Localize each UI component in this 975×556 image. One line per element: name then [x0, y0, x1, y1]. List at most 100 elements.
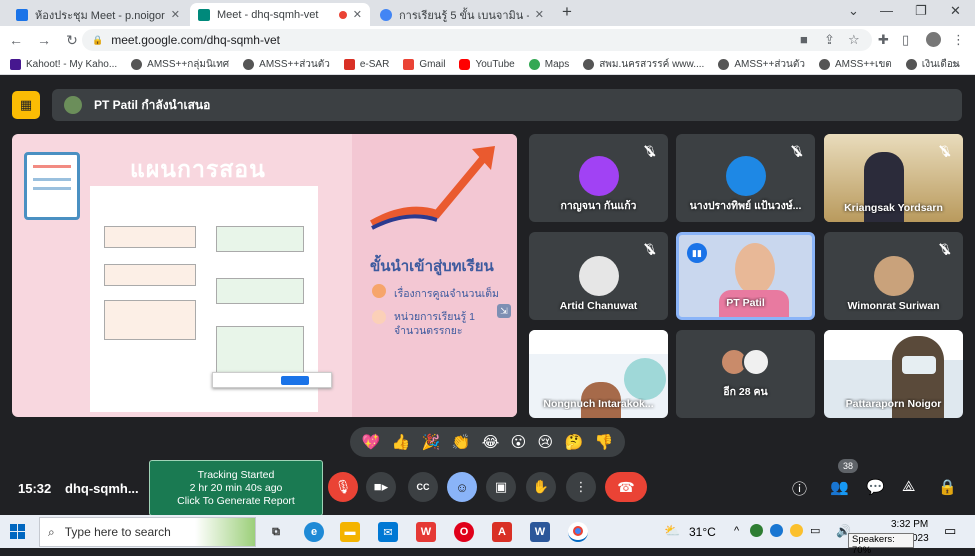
presentation-icon[interactable]: ▦ [12, 91, 40, 119]
slide-bullet-2: หน่วยการเรียนรู้ 1 จำนวนตรรกยะ [394, 311, 475, 337]
people-icon[interactable]: 👥 [830, 478, 849, 496]
pdf-reader-icon[interactable]: A [492, 522, 512, 542]
tab-meet-active[interactable]: Meet - dhq-sqmh-vet ✕ [190, 3, 370, 26]
extensions-icon[interactable]: ✚ [878, 32, 889, 48]
profile-avatar[interactable] [926, 32, 941, 47]
chat-icon[interactable]: 💬 [866, 478, 885, 496]
bookmark-kahoot[interactable]: Kahoot! - My Kaho... [10, 58, 117, 70]
tracking-elapsed: 2 hr 20 min 40s ago [189, 481, 283, 494]
bookmarks-overflow-icon[interactable]: » [952, 57, 959, 71]
thumbs-up-reaction[interactable]: 👍 [392, 433, 411, 451]
participant-tile[interactable]: 🎙 Kriangsak Yordsarn [824, 134, 963, 222]
bookmark-esar[interactable]: e-SAR [343, 58, 389, 70]
clapping-reaction[interactable]: 👏 [452, 433, 471, 451]
start-windows-icon[interactable] [10, 524, 25, 539]
restore-icon[interactable]: ❐ [915, 3, 927, 19]
bookmark-amss-personal[interactable]: AMSS++ส่วนตัว [243, 57, 330, 72]
camera-toggle-button[interactable]: ■▸ [366, 472, 396, 502]
bookmark-amss-nitet[interactable]: AMSS++กลุ่มนิเทศ [131, 57, 229, 72]
tab-search-icon[interactable]: ⌄ [848, 3, 859, 19]
party-popper-reaction[interactable]: 🎉 [422, 433, 441, 451]
captions-button[interactable]: CC [408, 472, 438, 502]
present-now-button[interactable]: ▣ [486, 472, 516, 502]
bookmark-gmail[interactable]: Gmail [403, 58, 445, 70]
close-tab-icon[interactable]: ✕ [171, 8, 180, 21]
weather-temp[interactable]: 31°C [689, 525, 716, 539]
meet-favicon-icon [198, 8, 210, 21]
camera-in-use-icon[interactable]: ■ [800, 32, 808, 47]
opera-icon[interactable]: O [454, 522, 474, 542]
mail-icon[interactable]: ✉ [378, 522, 398, 542]
pin-icon[interactable]: ⇲ [497, 304, 511, 318]
participant-tile[interactable]: 🎙 Artid Chanuwat [529, 232, 668, 320]
back-icon[interactable]: ← [4, 32, 28, 48]
word-icon[interactable]: W [530, 522, 550, 542]
surprised-reaction[interactable]: 😮 [511, 433, 527, 451]
participant-tile[interactable]: 🎙 นางปรางทิพย์ แป้นวงษ์... [676, 134, 815, 222]
tab-google-slides[interactable]: การเรียนรู้ 5 ขั้น เบนจามิน - Google S ✕ [372, 3, 552, 26]
thumbs-down-reaction[interactable]: 👎 [595, 433, 614, 451]
globe-icon [905, 58, 917, 70]
minimize-icon[interactable]: — [880, 3, 893, 18]
leave-call-button[interactable]: ☎ [605, 472, 647, 502]
windows-taskbar: ⌕ Type here to search ⧉ e ▬ ✉ W O A W ⛅ … [0, 515, 975, 556]
thinking-reaction[interactable]: 🤔 [565, 433, 584, 451]
show-hidden-icons[interactable]: ^ [734, 525, 739, 537]
palm-row-3 [216, 326, 304, 374]
notification-icon[interactable]: ▭ [944, 523, 956, 539]
meeting-code[interactable]: dhq-sqmh... [65, 481, 139, 496]
participant-tile[interactable]: 🎙 กาญจนา กันแก้ว [529, 134, 668, 222]
participant-tile[interactable]: 🎙 Wimonrat Suriwan [824, 232, 963, 320]
browser-menu-icon[interactable]: ⋮ [952, 32, 965, 48]
side-panel-icon[interactable]: ▯ [902, 32, 909, 48]
forward-icon[interactable]: → [32, 32, 56, 48]
participant-tile-active[interactable]: ▮▮ PT Patil [676, 232, 815, 320]
reload-icon[interactable]: ↻ [60, 32, 84, 49]
bookmark-star-icon[interactable]: ☆ [848, 32, 860, 48]
bookmark-amss-khet[interactable]: AMSS++เขต [819, 57, 892, 72]
edge-icon[interactable]: e [304, 522, 324, 542]
taskbar-time[interactable]: 3:32 PM [891, 519, 928, 530]
bookmark-spm[interactable]: สพม.นครสวรรค์ www.... [583, 57, 704, 72]
crying-reaction[interactable]: 😢 [538, 433, 554, 451]
recording-dot-icon [338, 10, 347, 19]
taskbar-date[interactable]: 023 [912, 533, 929, 544]
new-tab-button[interactable]: + [562, 2, 572, 22]
participant-tile[interactable]: 🎙 Nongnuch Intarakok... [529, 330, 668, 418]
sparkling-heart-reaction[interactable]: 💖 [362, 433, 381, 451]
more-participants-tile[interactable]: อีก 28 คน [676, 330, 815, 418]
bookmark-youtube[interactable]: YouTube [459, 58, 515, 70]
presenter-label: PT Patil กำลังนำเสนอ [94, 97, 211, 112]
mic-toggle-button[interactable]: 🎙 [328, 472, 358, 502]
activities-icon[interactable]: ⟁ [902, 478, 915, 495]
tray-app-icon[interactable] [790, 524, 803, 537]
close-window-icon[interactable]: ✕ [950, 3, 961, 19]
host-controls-icon[interactable]: 🔒 [938, 478, 957, 496]
reactions-button[interactable]: ☺ [447, 472, 477, 502]
tracking-report-button[interactable]: Tracking Started 2 hr 20 min 40s ago Cli… [149, 460, 323, 516]
chrome-icon[interactable] [568, 522, 588, 542]
tray-app-icon[interactable] [770, 524, 783, 537]
participant-tile[interactable]: 🎙 Pattaraporn Noigor [824, 330, 963, 418]
bookmark-amss-personal-2[interactable]: AMSS++ส่วนตัว [718, 57, 805, 72]
address-bar[interactable]: 🔒 meet.google.com/dhq-sqmh-vet [82, 29, 872, 51]
share-icon[interactable]: ⇪ [824, 32, 835, 48]
screen-share-notice[interactable] [212, 372, 332, 388]
raise-hand-button[interactable]: ✋ [526, 472, 556, 502]
bookmark-maps[interactable]: Maps [528, 58, 569, 70]
taskbar-search-box[interactable]: ⌕ Type here to search [39, 517, 256, 547]
wps-office-icon[interactable]: W [416, 522, 436, 542]
more-options-button[interactable]: ⋮ [566, 472, 596, 502]
close-tab-icon[interactable]: ✕ [535, 8, 544, 21]
task-view-icon[interactable]: ⧉ [266, 522, 286, 542]
laughing-reaction[interactable]: 😂 [482, 433, 500, 451]
meeting-details-icon[interactable]: ⓘ [792, 478, 807, 499]
close-tab-icon[interactable]: ✕ [353, 8, 362, 21]
tab-meet-room[interactable]: ห้องประชุม Meet - p.noigor@gmail ✕ [8, 3, 188, 26]
tray-app-icon[interactable] [750, 524, 763, 537]
network-icon[interactable]: ▭ [810, 524, 820, 537]
clipboard-icon [24, 152, 80, 220]
captions-icon: CC [416, 482, 430, 492]
stop-sharing-button[interactable] [281, 376, 309, 385]
file-explorer-icon[interactable]: ▬ [340, 522, 360, 542]
